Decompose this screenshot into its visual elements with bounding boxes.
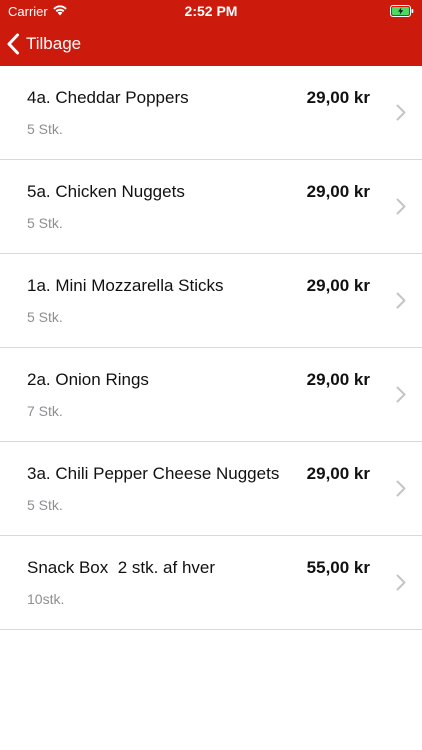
chevron-right-icon	[396, 574, 406, 591]
chevron-right-icon	[396, 292, 406, 309]
item-quantity: 5 Stk.	[27, 309, 63, 325]
battery-charging-icon	[390, 5, 414, 17]
chevron-right-icon	[396, 386, 406, 403]
list-item[interactable]: 4a. Cheddar Poppers 5 Stk. 29,00 kr	[0, 66, 422, 160]
item-price: 29,00 kr	[306, 276, 370, 295]
item-quantity: 5 Stk.	[27, 497, 63, 513]
item-price: 55,00 kr	[306, 558, 370, 577]
list-item[interactable]: 3a. Chili Pepper Cheese Nuggets 5 Stk. 2…	[0, 442, 422, 536]
item-name: 4a. Cheddar Poppers	[27, 88, 189, 107]
item-name: 1a. Mini Mozzarella Sticks	[27, 276, 224, 295]
item-price: 29,00 kr	[306, 88, 370, 107]
item-name: 2a. Onion Rings	[27, 370, 149, 389]
product-list: 4a. Cheddar Poppers 5 Stk. 29,00 kr 5a. …	[0, 66, 422, 630]
item-name: Snack Box 2 stk. af hver	[27, 558, 216, 577]
navigation-bar: Tilbage	[0, 22, 422, 66]
back-label: Tilbage	[26, 34, 82, 53]
item-price: 29,00 kr	[306, 370, 370, 389]
item-price: 29,00 kr	[306, 182, 370, 201]
list-item[interactable]: Snack Box 2 stk. af hver 10stk. 55,00 kr	[0, 536, 422, 630]
status-bar: Carrier 2:52 PM	[0, 0, 422, 22]
item-quantity: 10stk.	[27, 591, 65, 607]
list-item[interactable]: 1a. Mini Mozzarella Sticks 5 Stk. 29,00 …	[0, 254, 422, 348]
item-price: 29,00 kr	[306, 464, 370, 483]
back-button[interactable]: Tilbage	[6, 26, 81, 62]
item-quantity: 7 Stk.	[27, 403, 63, 419]
item-name: 5a. Chicken Nuggets	[27, 182, 185, 201]
status-time: 2:52 PM	[184, 3, 238, 19]
list-item[interactable]: 5a. Chicken Nuggets 5 Stk. 29,00 kr	[0, 160, 422, 254]
chevron-left-icon	[7, 33, 19, 55]
chevron-right-icon	[396, 198, 406, 215]
item-name: 3a. Chili Pepper Cheese Nuggets	[27, 464, 280, 483]
item-quantity: 5 Stk.	[27, 121, 63, 137]
chevron-right-icon	[396, 480, 406, 497]
chevron-right-icon	[396, 104, 406, 121]
item-quantity: 5 Stk.	[27, 215, 63, 231]
list-item[interactable]: 2a. Onion Rings 7 Stk. 29,00 kr	[0, 348, 422, 442]
header-bar: Carrier 2:52 PM Tilbage	[0, 0, 422, 66]
